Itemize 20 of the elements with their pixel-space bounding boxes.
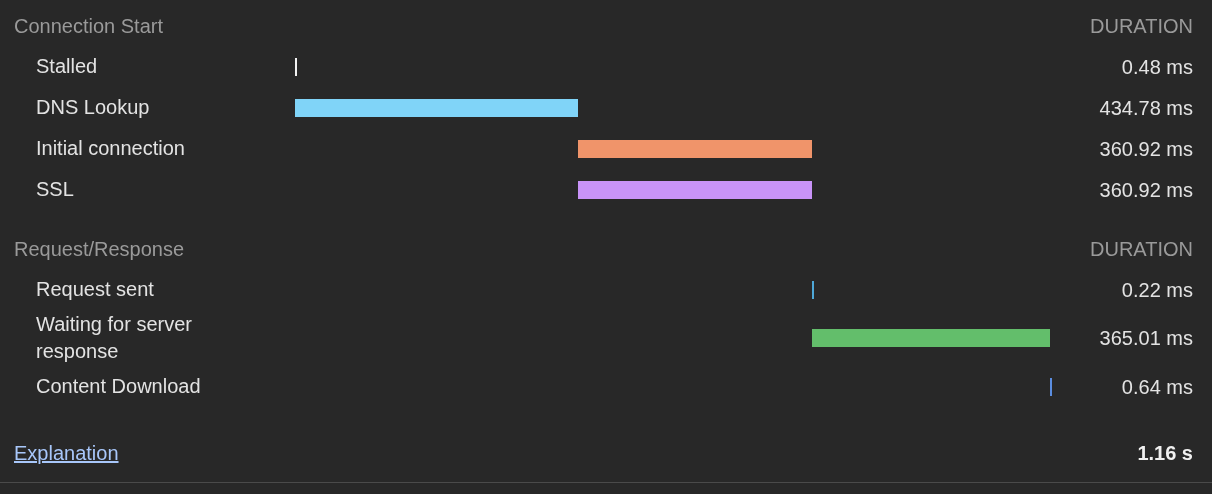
phase-label: Request sent — [35, 277, 155, 302]
phase-label: Waiting for server response — [35, 312, 193, 364]
duration-value: 360.92 ms — [1099, 136, 1193, 162]
phase-label: SSL — [35, 177, 75, 202]
duration-value: 360.92 ms — [1099, 177, 1193, 203]
duration-value: 434.78 ms — [1099, 95, 1193, 121]
duration-value: 0.64 ms — [1121, 374, 1193, 400]
phase-label: Initial connection — [35, 136, 186, 161]
explanation-link[interactable]: Explanation — [14, 438, 119, 468]
phase-label: Stalled — [35, 54, 99, 79]
section-title: Connection Start — [14, 13, 163, 39]
column-heading: DURATION — [1090, 13, 1193, 39]
column-heading: DURATION — [1090, 236, 1193, 262]
duration-value: 0.48 ms — [1121, 54, 1193, 80]
phase-label: DNS Lookup — [35, 95, 151, 120]
total-duration: 1.16 s — [1137, 441, 1193, 466]
duration-value: 0.22 ms — [1121, 277, 1193, 303]
phase-label: Content Download — [35, 374, 202, 399]
section-title: Request/Response — [14, 236, 185, 262]
duration-value: 365.01 ms — [1099, 326, 1193, 351]
